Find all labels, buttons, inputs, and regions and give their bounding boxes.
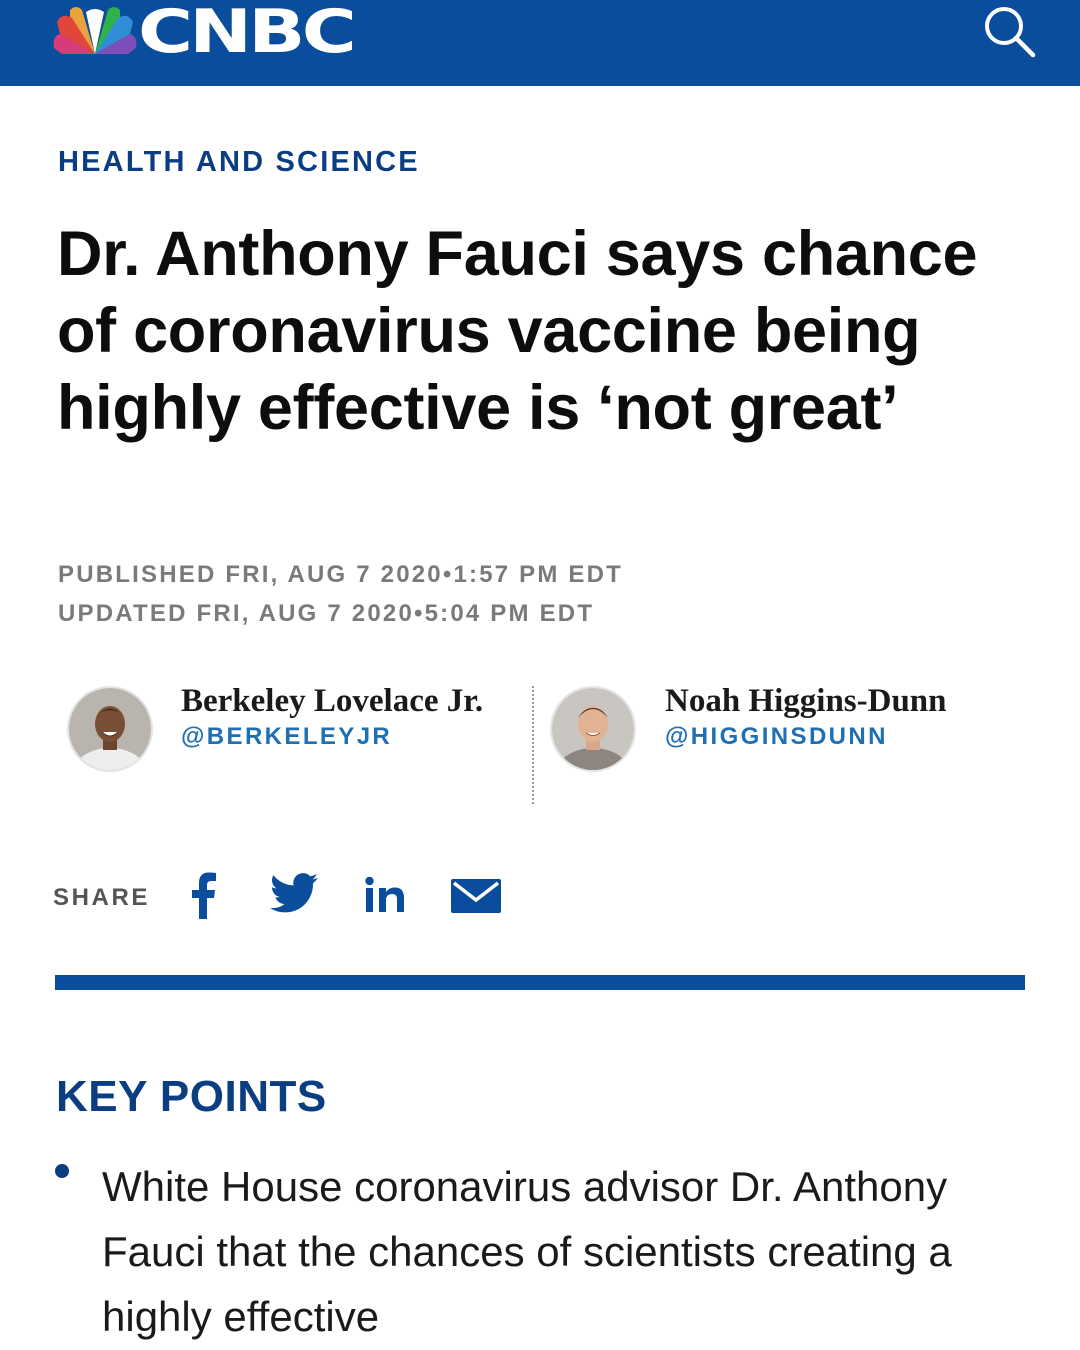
author-name[interactable]: Berkeley Lovelace Jr. bbox=[181, 684, 483, 718]
linkedin-icon bbox=[365, 876, 404, 912]
facebook-share-button[interactable] bbox=[186, 870, 220, 920]
facebook-icon bbox=[192, 872, 216, 919]
bullet-icon bbox=[55, 1164, 69, 1178]
cnbc-logo[interactable]: CNBC bbox=[52, 2, 357, 62]
share-label: SHARE bbox=[53, 884, 151, 911]
email-icon bbox=[451, 879, 501, 913]
author-handle[interactable]: @BERKELEYJR bbox=[181, 723, 483, 751]
key-points-heading: KEY POINTS bbox=[56, 1072, 327, 1121]
search-icon bbox=[985, 7, 1036, 58]
section-divider bbox=[55, 975, 1025, 990]
author-handle[interactable]: @HIGGINSDUNN bbox=[665, 723, 947, 751]
linkedin-share-button[interactable] bbox=[364, 874, 406, 916]
cnbc-wordmark: CNBC bbox=[138, 0, 357, 67]
twitter-share-button[interactable] bbox=[270, 872, 318, 914]
top-nav-bar: CNBC bbox=[0, 0, 1080, 86]
updated-date: UPDATED FRI, AUG 7 2020•5:04 PM EDT bbox=[58, 600, 595, 627]
author-card-1: Berkeley Lovelace Jr. @BERKELEYJR bbox=[67, 684, 483, 772]
avatar[interactable] bbox=[550, 686, 636, 772]
search-button[interactable] bbox=[980, 2, 1038, 60]
author-divider bbox=[532, 686, 534, 804]
email-share-button[interactable] bbox=[450, 878, 502, 914]
author-name[interactable]: Noah Higgins-Dunn bbox=[665, 684, 947, 718]
article-headline: Dr. Anthony Fauci says chance of coronav… bbox=[57, 219, 978, 443]
article-dates: PUBLISHED FRI, AUG 7 2020•1:57 PM EDT UP… bbox=[58, 555, 623, 633]
section-label[interactable]: HEALTH AND SCIENCE bbox=[58, 146, 420, 179]
published-date: PUBLISHED FRI, AUG 7 2020•1:57 PM EDT bbox=[58, 561, 624, 588]
share-bar: SHARE bbox=[53, 868, 150, 928]
nbc-peacock-icon bbox=[53, 7, 137, 54]
avatar[interactable] bbox=[67, 686, 153, 772]
key-point-item: White House coronavirus advisor Dr. Anth… bbox=[102, 1163, 952, 1340]
twitter-icon bbox=[270, 873, 318, 913]
author-card-2: Noah Higgins-Dunn @HIGGINSDUNN bbox=[550, 684, 947, 772]
